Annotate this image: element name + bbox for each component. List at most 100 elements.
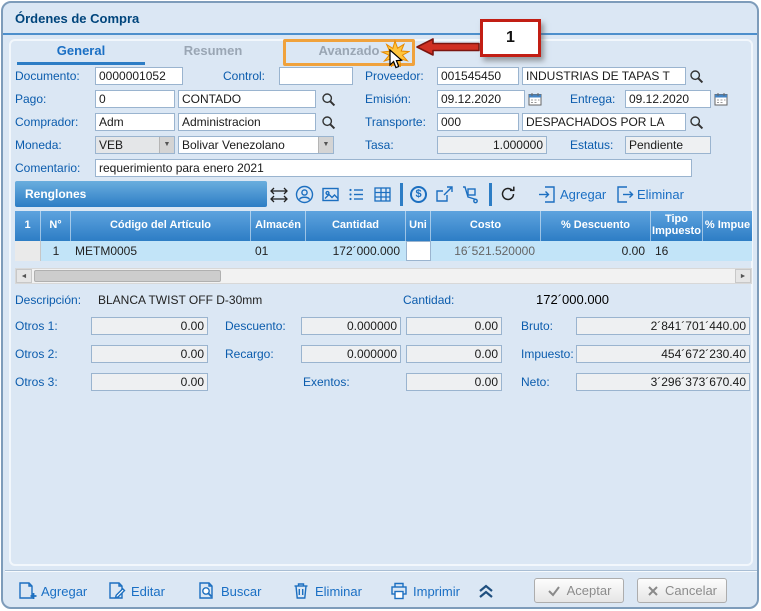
row-selector-cell[interactable]	[15, 241, 41, 261]
agregar-button[interactable]: Agregar	[41, 584, 87, 599]
entrega-input[interactable]: 09.12.2020	[625, 90, 711, 108]
transporte-name-input[interactable]: DESPACHADOS POR LA	[522, 113, 686, 131]
bruto-input[interactable]: 2´841´701´440.00	[576, 317, 750, 335]
chevron-down-icon[interactable]: ▼	[159, 137, 174, 153]
cell-codigo: METM0005	[71, 241, 251, 261]
control-input[interactable]	[279, 67, 353, 85]
cell-costo: 16´521.520000	[431, 241, 541, 261]
column-header-codigo[interactable]: Código del Artículo	[71, 211, 251, 241]
fit-columns-icon[interactable]	[269, 185, 289, 205]
search-document-icon[interactable]	[197, 581, 217, 601]
neto-input[interactable]: 3´296´373´670.40	[576, 373, 750, 391]
callout-step-number: 1	[480, 19, 541, 57]
image-icon[interactable]	[321, 185, 340, 204]
edit-document-icon[interactable]	[107, 581, 127, 601]
column-header-pct-impuesto[interactable]: % Impue	[703, 211, 752, 241]
column-header-almacen[interactable]: Almacén	[251, 211, 306, 241]
aceptar-label: Aceptar	[567, 583, 612, 598]
moneda-code-value: VEB	[99, 138, 123, 152]
column-header-costo[interactable]: Costo	[431, 211, 541, 241]
printer-icon[interactable]	[389, 581, 409, 601]
pago-name-input[interactable]: CONTADO	[178, 90, 316, 108]
scrollbar-thumb[interactable]	[34, 270, 221, 282]
emision-input[interactable]: 09.12.2020	[437, 90, 525, 108]
emision-label: Emisión:	[365, 92, 411, 106]
collapse-chevrons-icon[interactable]	[475, 583, 497, 599]
page-title: Órdenes de Compra	[15, 11, 139, 26]
bruto-label: Bruto:	[521, 319, 553, 333]
buscar-button[interactable]: Buscar	[221, 584, 261, 599]
list-icon[interactable]	[347, 185, 366, 204]
callout-arrow-icon	[416, 37, 480, 57]
column-header-uni[interactable]: Uni	[406, 211, 431, 241]
impuesto-label: Impuesto:	[521, 347, 574, 361]
proveedor-name-input[interactable]: INDUSTRIAS DE TAPAS T	[522, 67, 686, 85]
comentario-input[interactable]: requerimiento para enero 2021	[95, 159, 692, 177]
cancelar-button[interactable]: Cancelar	[637, 578, 727, 603]
trash-icon[interactable]	[291, 581, 311, 601]
descuento-pct-input[interactable]: 0.000000	[301, 317, 401, 335]
exentos-input[interactable]: 0.00	[406, 373, 502, 391]
otros2-input[interactable]: 0.00	[91, 345, 208, 363]
otros3-input[interactable]: 0.00	[91, 373, 208, 391]
proveedor-code-input[interactable]: 001545450	[437, 67, 519, 85]
proveedor-search-icon[interactable]	[689, 69, 704, 84]
comprador-code-input[interactable]: Adm	[95, 113, 175, 131]
descuento-label: Descuento:	[225, 319, 286, 333]
export-icon[interactable]	[435, 185, 454, 204]
cell-descuento: 0.00	[541, 241, 651, 261]
grid-icon[interactable]	[373, 185, 392, 204]
moneda-label: Moneda:	[15, 138, 62, 152]
scroll-right-button[interactable]: ►	[735, 269, 751, 283]
column-header-selector[interactable]: 1	[15, 211, 41, 241]
comprador-name-input[interactable]: Administracion	[178, 113, 316, 131]
tab-resumen[interactable]: Resumen	[149, 43, 277, 63]
handtruck-icon[interactable]	[461, 185, 480, 204]
eliminar-button[interactable]: Eliminar	[315, 584, 362, 599]
price-icon[interactable]: $	[410, 186, 427, 203]
comprador-search-icon[interactable]	[321, 115, 336, 130]
moneda-name-select[interactable]: Bolivar Venezolano ▼	[178, 136, 334, 154]
aceptar-button[interactable]: Aceptar	[534, 578, 624, 603]
add-row-icon[interactable]	[538, 185, 557, 204]
editar-button[interactable]: Editar	[131, 584, 165, 599]
chevron-down-icon[interactable]: ▼	[318, 137, 333, 153]
refresh-icon[interactable]	[499, 185, 517, 203]
tasa-input[interactable]: 1.000000	[437, 136, 547, 154]
transporte-search-icon[interactable]	[689, 115, 704, 130]
otros1-input[interactable]: 0.00	[91, 317, 208, 335]
estatus-input[interactable]: Pendiente	[625, 136, 711, 154]
table-row[interactable]: 1 METM0005 01 172´000.000 16´521.520000 …	[15, 241, 752, 261]
delete-row-button[interactable]: Eliminar	[637, 187, 684, 202]
tab-general[interactable]: General	[17, 43, 145, 63]
horizontal-scrollbar[interactable]: ◄ ►	[15, 268, 752, 284]
recargo-monto-input[interactable]: 0.00	[406, 345, 502, 363]
scroll-left-button[interactable]: ◄	[16, 269, 32, 283]
control-label: Control:	[223, 69, 265, 83]
entrega-calendar-icon[interactable]	[714, 92, 728, 106]
add-document-icon[interactable]	[17, 581, 37, 601]
descuento-monto-input[interactable]: 0.00	[406, 317, 502, 335]
pago-code-input[interactable]: 0	[95, 90, 175, 108]
column-header-cantidad[interactable]: Cantidad	[306, 211, 406, 241]
emision-calendar-icon[interactable]	[528, 92, 542, 106]
impuesto-input[interactable]: 454´672´230.40	[576, 345, 750, 363]
add-row-button[interactable]: Agregar	[560, 187, 606, 202]
recargo-pct-input[interactable]: 0.000000	[301, 345, 401, 363]
moneda-name-value: Bolivar Venezolano	[182, 138, 285, 152]
mouse-cursor-icon	[388, 49, 403, 70]
transporte-label: Transporte:	[365, 115, 426, 129]
exentos-label: Exentos:	[303, 375, 350, 389]
pago-search-icon[interactable]	[321, 92, 336, 107]
moneda-code-select[interactable]: VEB ▼	[95, 136, 175, 154]
column-header-tipo-impuesto[interactable]: Tipo Impuesto	[651, 211, 703, 241]
supplier-contact-icon[interactable]	[295, 185, 314, 204]
delete-row-icon[interactable]	[615, 185, 634, 204]
imprimir-button[interactable]: Imprimir	[413, 584, 460, 599]
transporte-code-input[interactable]: 000	[437, 113, 519, 131]
column-header-descuento[interactable]: % Descuento	[541, 211, 651, 241]
documento-input[interactable]: 0000001052	[95, 67, 183, 85]
column-header-numero[interactable]: N°	[41, 211, 71, 241]
documento-label: Documento:	[15, 69, 80, 83]
tasa-label: Tasa:	[365, 138, 394, 152]
